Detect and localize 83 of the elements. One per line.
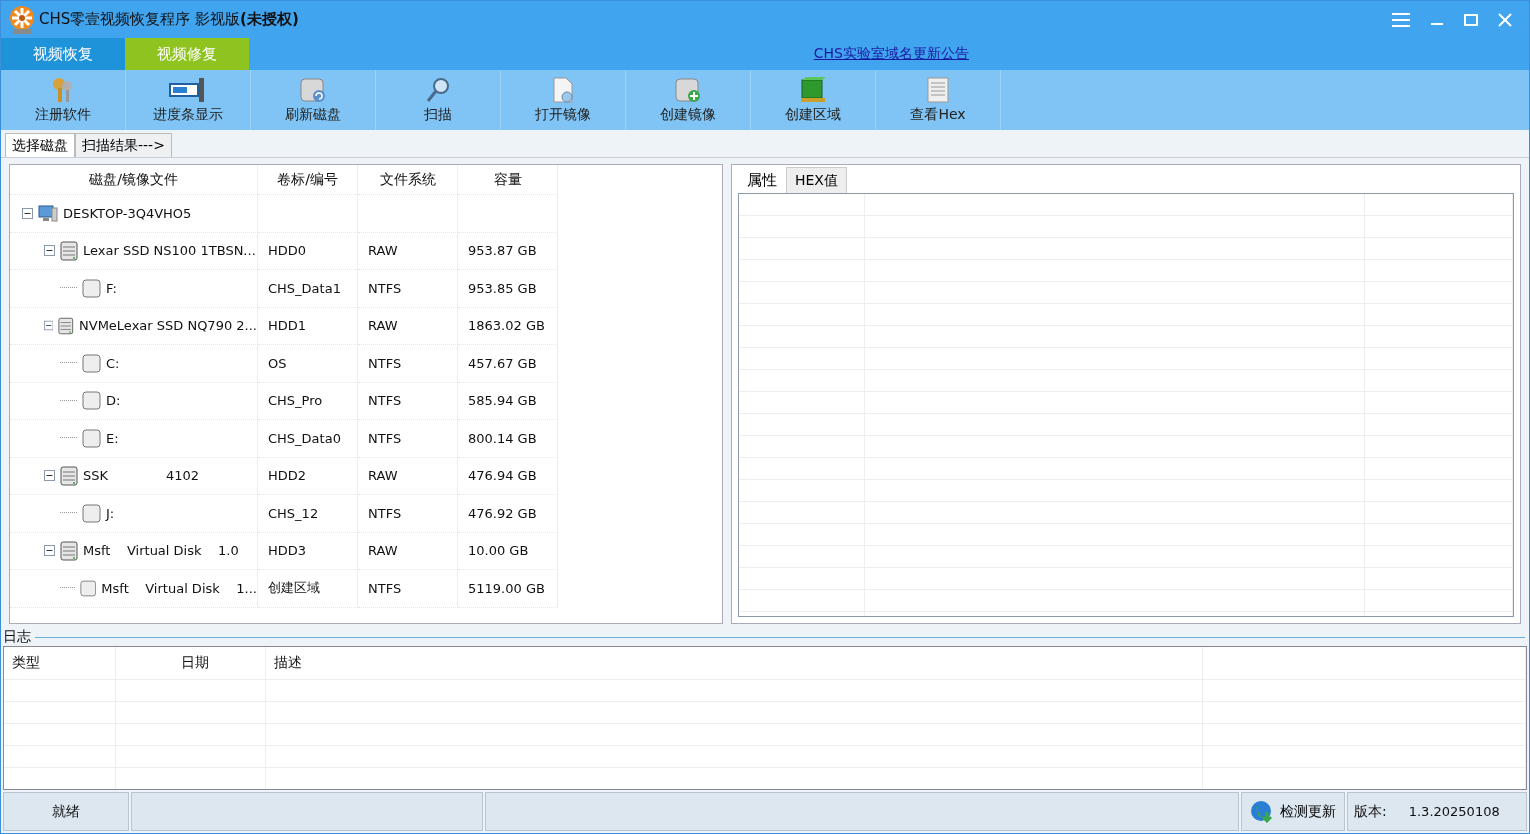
table-cell: HDD3 — [258, 532, 358, 570]
disk-name: Msft Virtual Disk 1... — [101, 580, 257, 596]
table-cell: CHS_Data1 — [258, 270, 358, 308]
log-title: 日志 — [3, 628, 31, 646]
disk-name: F: — [106, 280, 117, 296]
status-text: 就绪 — [3, 792, 129, 831]
table-cell: RAW — [358, 457, 458, 495]
computer-icon — [38, 204, 58, 223]
disk-name: Lexar SSD NS100 1TBSN... — [83, 243, 256, 259]
view-tab[interactable]: 选择磁盘 — [5, 133, 75, 157]
search-icon — [424, 76, 452, 104]
checkbox[interactable] — [82, 391, 101, 411]
checkbox[interactable] — [79, 578, 97, 598]
disk-add-icon — [673, 76, 703, 104]
table-cell: NTFS — [358, 495, 458, 533]
hard-drive-icon — [60, 465, 78, 486]
disk-name: SSK 4102 — [83, 468, 199, 484]
disk-name: Msft Virtual Disk 1.0 — [83, 543, 239, 559]
table-cell: 457.67 GB — [458, 345, 558, 383]
table-cell: NTFS — [358, 382, 458, 420]
view-tab[interactable]: 扫描结果---> — [75, 133, 172, 157]
disk-name: D: — [106, 393, 121, 409]
table-cell: HDD2 — [258, 457, 358, 495]
column-header: 日期 — [116, 647, 266, 679]
table-cell: CHS_12 — [258, 495, 358, 533]
refresh-disk-icon — [298, 76, 328, 104]
column-header: 容量 — [458, 165, 558, 195]
table-cell: 585.94 GB — [458, 382, 558, 420]
disk-name: J: — [106, 505, 115, 521]
table-cell: NTFS — [358, 420, 458, 458]
column-header: 磁盘/镜像文件 — [10, 165, 258, 195]
table-cell: 10.00 GB — [458, 532, 558, 570]
column-header: 类型 — [4, 647, 116, 679]
announcement-link[interactable]: CHS实验室域名更新公告 — [813, 45, 969, 63]
collapse-icon[interactable] — [44, 320, 54, 332]
table-cell: 476.94 GB — [458, 457, 558, 495]
collapse-icon[interactable] — [44, 470, 55, 482]
disk-name: E: — [106, 430, 119, 446]
table-cell: OS — [258, 345, 358, 383]
window-title: CHS零壹视频恢复程序 影视版(未授权) — [39, 10, 299, 29]
collapse-icon[interactable] — [44, 545, 55, 557]
maximize-icon[interactable] — [1463, 11, 1479, 28]
table-cell: 5119.00 GB — [458, 570, 558, 608]
table-cell: RAW — [358, 232, 458, 270]
column-header: 卷标/编号 — [258, 165, 358, 195]
hard-drive-icon — [60, 240, 78, 261]
table-cell: CHS_Pro — [258, 382, 358, 420]
version-label: 版本: — [1354, 802, 1387, 821]
menu-icon[interactable] — [1391, 11, 1411, 28]
column-header: 描述 — [266, 647, 1203, 679]
table-cell: 953.87 GB — [458, 232, 558, 270]
logo-icon — [7, 4, 37, 35]
table-cell: HDD1 — [258, 307, 358, 345]
close-icon[interactable] — [1497, 11, 1513, 28]
hard-drive-icon — [60, 540, 78, 561]
check-update-button[interactable]: 检测更新 — [1241, 792, 1345, 831]
table-cell: NTFS — [358, 570, 458, 608]
disk-name: NVMeLexar SSD NQ790 2... — [79, 318, 257, 334]
table-cell: RAW — [358, 307, 458, 345]
table-cell: 1863.02 GB — [458, 307, 558, 345]
table-cell: 800.14 GB — [458, 420, 558, 458]
hard-drive-icon — [58, 315, 74, 336]
checkbox[interactable] — [82, 278, 101, 298]
version-text: 1.3.20250108 — [1408, 804, 1500, 819]
cube-icon — [798, 76, 828, 104]
table-cell: 创建区域 — [258, 570, 358, 608]
table-cell: RAW — [358, 532, 458, 570]
table-cell: NTFS — [358, 345, 458, 383]
hex-document-icon — [925, 76, 951, 104]
details-tab[interactable]: HEX值 — [786, 167, 847, 193]
table-cell: NTFS — [358, 270, 458, 308]
collapse-icon[interactable] — [22, 207, 33, 219]
table-cell: 953.85 GB — [458, 270, 558, 308]
disk-name: DESKTOP-3Q4VHO5 — [63, 205, 192, 221]
checkbox[interactable] — [82, 353, 101, 373]
table-cell: CHS_Data0 — [258, 420, 358, 458]
table-cell: HDD0 — [258, 232, 358, 270]
disk-name: C: — [106, 355, 120, 371]
checkbox[interactable] — [82, 503, 101, 523]
table-cell: 476.92 GB — [458, 495, 558, 533]
collapse-icon[interactable] — [44, 245, 55, 257]
checkbox[interactable] — [82, 428, 101, 448]
column-header: 文件系统 — [358, 165, 458, 195]
